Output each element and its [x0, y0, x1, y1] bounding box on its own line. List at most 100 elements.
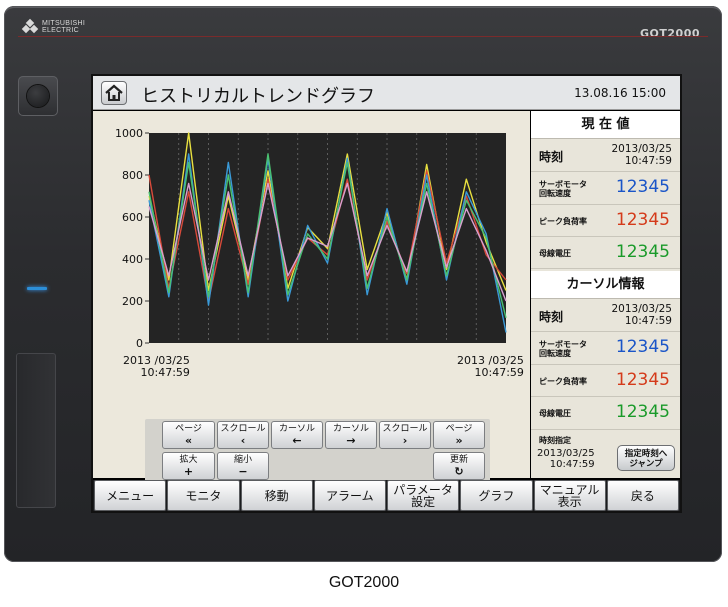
info-panel: 現 在 値 時刻 2013/03/25 10:47:59 サーボモータ 回転速度…	[531, 111, 680, 478]
accent-line	[18, 36, 708, 37]
y-tick-label: 0	[136, 337, 143, 350]
cursor-servo-speed-label-line1: サーボモータ	[539, 340, 587, 349]
product-caption: GOT2000	[328, 574, 400, 591]
move-button[interactable]: 移動	[240, 480, 313, 511]
minus-icon: −	[238, 465, 248, 478]
cursor-bus-voltage-label: 母線電圧	[539, 409, 571, 418]
x-start-label: 2013 /03/25 10:47:59	[123, 355, 190, 379]
back-button[interactable]: 戻る	[606, 480, 679, 511]
zoom-in-label: 拡大	[179, 455, 198, 465]
current-servo-speed-row: サーボモータ 回転速度 12345	[531, 172, 680, 205]
cursor-peak-load-label: ピーク負荷率	[539, 377, 587, 386]
refresh-icon: ↻	[454, 465, 464, 478]
cursor-time-time: 10:47:59	[624, 315, 672, 327]
time-spec-date: 2013/03/25	[537, 448, 595, 459]
trend-chart-panel: 1000 800 600 400 200 0 2013 /03/25 10:47:59 2…	[93, 111, 530, 483]
cursor-time-row: 時刻 2013/03/25 10:47:59	[531, 299, 680, 332]
servo-speed-label-line2: 回転速度	[539, 189, 571, 198]
cursor-peak-load-row: ピーク負荷率 12345	[531, 365, 680, 397]
current-peak-load-row: ピーク負荷率 12345	[531, 205, 680, 237]
time-spec-time: 10:47:59	[549, 459, 595, 470]
brand-name-line2: ELECTRIC	[42, 27, 80, 34]
page-back-button[interactable]: ページ «	[162, 421, 215, 449]
double-chevron-left-icon: «	[184, 434, 193, 447]
mitsubishi-logo-icon	[21, 18, 39, 34]
alarm-button[interactable]: アラーム	[313, 480, 386, 511]
zoom-in-button[interactable]: 拡大 +	[162, 452, 215, 480]
bus-voltage-label: 母線電圧	[539, 249, 571, 258]
peak-load-label: ピーク負荷率	[539, 217, 587, 226]
refresh-button[interactable]: 更新 ↻	[433, 452, 485, 480]
cursor-right-label: カーソル	[332, 424, 369, 434]
cursor-right-button[interactable]: カーソル →	[325, 421, 377, 449]
scroll-right-button[interactable]: スクロール ›	[379, 421, 431, 449]
servo-speed-label-line1: サーボモータ	[539, 180, 587, 189]
brand-logo: MITSUBISHI ELECTRIC	[21, 18, 85, 34]
page-forward-button[interactable]: ページ »	[433, 421, 485, 449]
chevron-right-icon: ›	[402, 434, 408, 447]
parameter-settings-button[interactable]: パラメータ 設定	[387, 480, 460, 511]
home-button[interactable]	[101, 81, 127, 105]
screen-datetime: 13.08.16 15:00	[574, 86, 666, 100]
current-time-value: 2013/03/25 10:47:59	[611, 143, 672, 167]
scroll-left-label: スクロール	[220, 424, 266, 434]
cursor-peak-load-value: 12345	[615, 370, 670, 390]
current-values-header: 現 在 値	[531, 111, 680, 139]
scroll-left-button[interactable]: スクロール ‹	[217, 421, 269, 449]
current-bus-voltage-row: 母線電圧 12345	[531, 237, 680, 269]
touch-screen: ヒストリカルトレンドグラフ 13.08.16 15:00 1000 800 600 4…	[91, 74, 682, 513]
x-end-label: 2013 /03/25 10:47:59	[457, 355, 524, 379]
servo-speed-label: サーボモータ 回転速度	[539, 180, 587, 198]
y-tick-label: 200	[122, 295, 143, 308]
time-spec-value: 2013/03/25 10:47:59	[537, 448, 595, 470]
cursor-info-header: カーソル情報	[531, 271, 680, 299]
bottom-menu-bar: メニュー モニタ 移動 アラーム パラメータ 設定 グラフ マニュアル 表示 戻…	[93, 480, 680, 511]
y-tick-label: 400	[122, 253, 143, 266]
home-icon	[105, 84, 123, 101]
zoom-out-button[interactable]: 縮小 −	[217, 452, 269, 480]
chart-control-group: ページ « スクロール ‹ カーソル ← カーソル → スクロール › ページ …	[145, 419, 490, 483]
plus-icon: +	[183, 465, 194, 478]
graph-button[interactable]: グラフ	[460, 480, 533, 511]
x-end-time: 10:47:59	[474, 366, 524, 379]
current-bus-voltage-value: 12345	[615, 242, 670, 262]
power-button[interactable]	[18, 76, 58, 116]
y-tick-label: 600	[122, 211, 143, 224]
current-servo-speed-value: 12345	[615, 177, 670, 197]
y-tick-label: 800	[122, 169, 143, 182]
current-time-row: 時刻 2013/03/25 10:47:59	[531, 139, 680, 172]
jump-button-line2: ジャンプ	[629, 459, 663, 469]
cursor-time-date: 2013/03/25	[611, 303, 672, 315]
usb-port-cover[interactable]	[16, 353, 56, 508]
jump-to-time-button[interactable]: 指定時刻へ ジャンプ	[617, 445, 675, 471]
model-logo: GOT2000	[640, 27, 700, 40]
monitor-button[interactable]: モニタ	[167, 480, 240, 511]
cursor-servo-speed-label-line2: 回転速度	[539, 349, 571, 358]
current-peak-load-value: 12345	[615, 210, 670, 230]
cursor-time-label: 時刻	[539, 310, 564, 324]
cursor-left-button[interactable]: カーソル ←	[271, 421, 323, 449]
jump-button-line1: 指定時刻へ	[624, 449, 668, 459]
zoom-out-label: 縮小	[233, 455, 252, 465]
cursor-time-value: 2013/03/25 10:47:59	[611, 303, 672, 327]
x-start-time: 10:47:59	[140, 366, 190, 379]
current-time-time: 10:47:59	[624, 155, 672, 167]
manual-display-button[interactable]: マニュアル 表示	[533, 480, 606, 511]
current-time-label: 時刻	[539, 150, 564, 164]
page-forward-label: ページ	[445, 424, 473, 434]
scroll-right-label: スクロール	[382, 424, 428, 434]
page-back-label: ページ	[175, 424, 202, 434]
arrow-right-icon: →	[346, 434, 356, 447]
cursor-bus-voltage-value: 12345	[615, 402, 670, 422]
status-led	[27, 287, 47, 290]
screen-title: ヒストリカルトレンドグラフ	[141, 86, 375, 107]
cursor-servo-speed-row: サーボモータ 回転速度 12345	[531, 332, 680, 365]
menu-button[interactable]: メニュー	[94, 480, 167, 511]
time-spec-label: 時刻指定	[539, 436, 571, 445]
title-bar: ヒストリカルトレンドグラフ 13.08.16 15:00	[93, 76, 680, 110]
cursor-left-label: カーソル	[278, 424, 315, 434]
cursor-servo-speed-value: 12345	[615, 337, 670, 357]
y-tick-label: 1000	[115, 127, 143, 140]
hmi-bezel: MITSUBISHI ELECTRIC GOT2000 ヒストリカルトレンドグラ…	[4, 6, 722, 562]
chevron-left-icon: ‹	[240, 434, 246, 447]
